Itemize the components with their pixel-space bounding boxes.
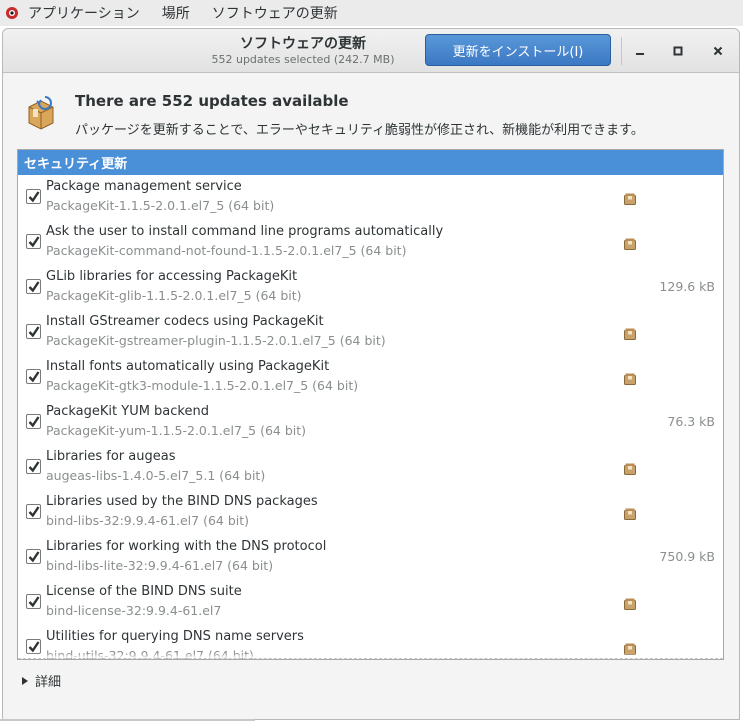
update-row[interactable]: License of the BIND DNS suite bind-licens… [18,580,723,625]
package-icon [624,370,636,385]
checkmark-icon [28,326,40,338]
update-checkbox[interactable] [26,594,41,609]
update-checkbox[interactable] [26,504,41,519]
update-title: Install fonts automatically using Packag… [46,359,330,374]
checkmark-icon [28,281,40,293]
update-package-name: bind-libs-lite-32:9.9.4-61.el7 (64 bit) [46,558,274,573]
close-icon [713,46,723,56]
checkmark-icon [28,461,40,473]
update-title: License of the BIND DNS suite [46,584,242,599]
install-updates-button[interactable]: 更新をインストール(I) [425,34,611,66]
update-row[interactable]: Install fonts automatically using Packag… [18,355,723,400]
update-package-name: augeas-libs-1.4.0-5.el7_5.1 (64 bit) [46,468,266,483]
update-title: Ask the user to install command line pro… [46,224,444,239]
header-bar: ソフトウェアの更新 552 updates selected (242.7 MB… [3,29,739,73]
update-checkbox[interactable] [26,459,41,474]
update-title: Install GStreamer codecs using PackageKi… [46,314,324,329]
expander-arrow-icon [22,676,28,685]
update-checkbox[interactable] [26,324,41,339]
update-row[interactable]: Install GStreamer codecs using PackageKi… [18,310,723,355]
update-row[interactable]: Package management service PackageKit-1.1… [18,175,723,220]
software-update-window: ソフトウェアの更新 552 updates selected (242.7 MB… [2,28,740,720]
update-row[interactable]: Libraries used by the BIND DNS packages b… [18,490,723,535]
checkmark-icon [28,236,40,248]
security-updates-header: セキュリティ更新 [18,150,723,175]
update-package-name: PackageKit-1.1.5-2.0.1.el7_5 (64 bit) [46,198,275,213]
update-title: Libraries for working with the DNS proto… [46,539,327,554]
update-package-name: PackageKit-gtk3-module-1.1.5-2.0.1.el7_5… [46,378,359,393]
update-package-name: bind-libs-32:9.9.4-61.el7 (64 bit) [46,513,250,528]
update-title: Libraries used by the BIND DNS packages [46,494,318,509]
update-title: Utilities for querying DNS name servers [46,629,304,644]
maximize-icon [673,46,683,56]
update-checkbox[interactable] [26,414,41,429]
update-title: Libraries for augeas [46,449,176,464]
package-icon [624,640,636,655]
update-package-name: bind-license-32:9.9.4-61.el7 [46,603,222,618]
updates-available-heading: There are 552 updates available [75,92,349,110]
window-subtitle: 552 updates selected (242.7 MB) [211,53,395,66]
update-row[interactable]: PackageKit YUM backend PackageKit-yum-1.1… [18,400,723,445]
update-row[interactable]: Libraries for working with the DNS proto… [18,535,723,580]
top-panel: アプリケーション 場所 ソフトウェアの更新 [0,0,743,26]
bottom-divider [0,719,255,721]
update-list[interactable]: セキュリティ更新 Package management service Packa… [17,149,724,660]
checkmark-icon [28,551,40,563]
applications-menu[interactable]: アプリケーション [28,3,140,23]
update-checkbox[interactable] [26,639,41,654]
software-update-icon [21,93,61,133]
minimize-button[interactable] [629,40,651,62]
checkmark-icon [28,506,40,518]
details-label: 詳細 [35,675,62,690]
checkmark-icon [28,596,40,608]
header-separator [621,37,622,65]
update-package-name: PackageKit-gstreamer-plugin-1.1.5-2.0.1.… [46,333,386,348]
app-menu[interactable]: ソフトウェアの更新 [212,3,338,23]
places-menu[interactable]: 場所 [162,3,190,23]
minimize-icon [636,53,644,55]
checkmark-icon [28,191,40,203]
update-size: 76.3 kB [667,414,715,429]
details-expander[interactable]: 詳細 [21,671,61,690]
update-checkbox[interactable] [26,279,41,294]
close-button[interactable] [707,40,729,62]
update-size: 750.9 kB [659,549,715,564]
update-row[interactable]: GLib libraries for accessing PackageKit P… [18,265,723,310]
maximize-button[interactable] [667,40,689,62]
update-row[interactable]: Libraries for augeas augeas-libs-1.4.0-5.… [18,445,723,490]
list-scroll-edge [18,653,723,659]
package-icon [624,190,636,205]
update-title: GLib libraries for accessing PackageKit [46,269,298,284]
package-icon [624,325,636,340]
update-title: Package management service [46,179,242,194]
update-checkbox[interactable] [26,369,41,384]
update-size: 129.6 kB [659,279,715,294]
applications-icon[interactable] [4,5,20,21]
package-icon [624,595,636,610]
package-icon [624,235,636,250]
window-title: ソフトウェアの更新 [240,36,366,52]
update-checkbox[interactable] [26,549,41,564]
checkmark-icon [28,371,40,383]
update-row[interactable]: Ask the user to install command line pro… [18,220,723,265]
update-checkbox[interactable] [26,234,41,249]
updates-description: パッケージを更新することで、エラーやセキュリティ脆弱性が修正され、新機能が利用で… [75,123,644,138]
update-package-name: PackageKit-glib-1.1.5-2.0.1.el7_5 (64 bi… [46,288,302,303]
checkmark-icon [28,416,40,428]
checkmark-icon [28,641,40,653]
package-icon [624,505,636,520]
package-icon [624,460,636,475]
update-checkbox[interactable] [26,189,41,204]
update-title: PackageKit YUM backend [46,404,209,419]
update-package-name: PackageKit-yum-1.1.5-2.0.1.el7_5 (64 bit… [46,423,307,438]
update-package-name: PackageKit-command-not-found-1.1.5-2.0.1… [46,243,407,258]
